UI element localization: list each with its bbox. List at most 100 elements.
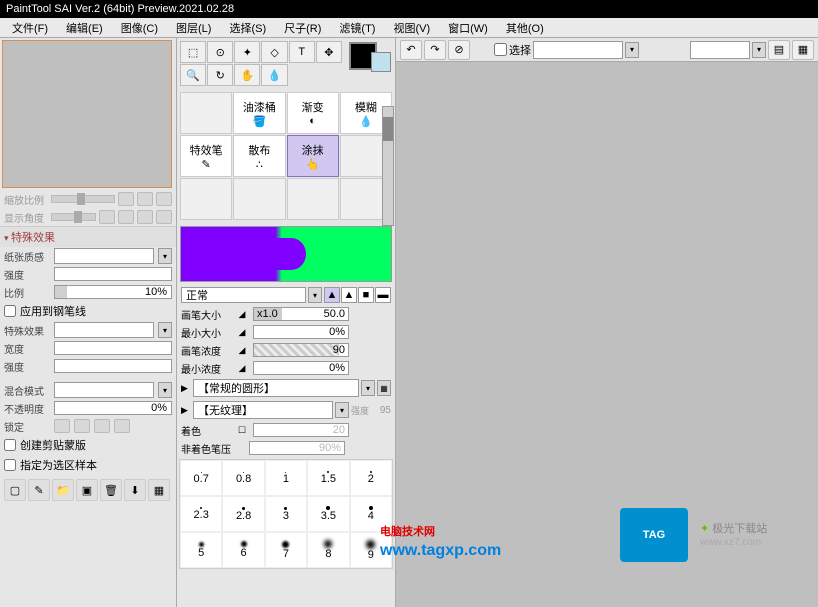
lock-pos[interactable]	[94, 419, 110, 433]
brush-bucket[interactable]: 油漆桶🪣	[233, 92, 285, 134]
select-dd[interactable]	[533, 41, 623, 59]
size-2[interactable]: 2	[350, 460, 392, 496]
strength2-slider[interactable]	[54, 359, 172, 373]
tip-circle[interactable]: ▲	[324, 287, 340, 303]
preset2-tri[interactable]: ▶	[181, 405, 191, 416]
select-dd-btn[interactable]: ▾	[625, 42, 639, 58]
menu-window[interactable]: 窗口(W)	[440, 18, 496, 38]
size-2.3[interactable]: 2.3	[180, 496, 222, 532]
preset1-dd-btn[interactable]: ▾	[361, 380, 375, 396]
angle-reset[interactable]	[118, 210, 134, 224]
min-size-val[interactable]: 0%	[253, 325, 349, 339]
size-0.7[interactable]: 0.7	[180, 460, 222, 496]
min-density-icon[interactable]: ◢	[235, 361, 249, 375]
tb-extra1[interactable]: ▤	[768, 40, 790, 60]
brush-blend-dd-btn[interactable]: ▾	[308, 287, 322, 303]
width-slider[interactable]	[54, 341, 172, 355]
opacity-slider[interactable]: 0%	[54, 401, 172, 415]
stabilizer-dd-btn[interactable]: ▾	[752, 42, 766, 58]
lock-pixel[interactable]	[74, 419, 90, 433]
hand-tool[interactable]: ✋	[234, 64, 260, 86]
min-size-icon[interactable]: ◢	[235, 325, 249, 339]
zoom-minus[interactable]	[118, 192, 134, 206]
tip-rect[interactable]: ▬	[375, 287, 391, 303]
effect-dd[interactable]	[54, 322, 154, 338]
menu-ruler[interactable]: 尺子(R)	[276, 18, 329, 38]
notint-val[interactable]: 90%	[249, 441, 345, 455]
preset2-dd-btn[interactable]: ▾	[335, 402, 349, 418]
brush-slot-11[interactable]	[287, 178, 339, 220]
zoom-reset[interactable]	[137, 192, 153, 206]
tint-val[interactable]: 20	[253, 423, 349, 437]
menu-layer[interactable]: 图层(L)	[168, 18, 219, 38]
size-1.5[interactable]: 1.5	[307, 460, 349, 496]
apply-pen-check[interactable]	[4, 305, 16, 317]
ratio-slider[interactable]: 10%	[54, 285, 172, 299]
angle-ccw[interactable]	[99, 210, 115, 224]
tip-tri[interactable]: ▲	[341, 287, 357, 303]
menu-select[interactable]: 选择(S)	[221, 18, 274, 38]
menu-image[interactable]: 图像(C)	[113, 18, 166, 38]
lock-none[interactable]	[54, 419, 70, 433]
bg-color-swatch[interactable]	[371, 52, 391, 72]
move-tool[interactable]: ✥	[316, 41, 342, 63]
undo-btn[interactable]: ↶	[400, 40, 422, 60]
brush-gradient[interactable]: 渐变◐	[287, 92, 339, 134]
menu-filter[interactable]: 滤镜(T)	[331, 18, 383, 38]
size-0.8[interactable]: 0.8	[222, 460, 264, 496]
new-layer-btn[interactable]: ▢	[4, 479, 26, 501]
brush-size-val[interactable]: x1.050.0	[253, 307, 349, 321]
preset1-tri[interactable]: ▶	[181, 383, 191, 394]
strength-slider[interactable]	[54, 267, 172, 281]
select-check[interactable]	[494, 43, 507, 56]
tool-scrollbar[interactable]	[382, 106, 394, 226]
menu-view[interactable]: 视图(V)	[385, 18, 438, 38]
paper-dd-btn[interactable]: ▾	[158, 248, 172, 264]
preset2-dd[interactable]: 【无纹理】	[193, 401, 333, 419]
angle-flip[interactable]	[156, 210, 172, 224]
blend-dd-btn[interactable]: ▾	[158, 382, 172, 398]
size-3.5[interactable]: 3.5	[307, 496, 349, 532]
text-tool[interactable]: T	[289, 41, 315, 63]
size-5[interactable]: 5	[180, 532, 222, 568]
min-density-val[interactable]: 0%	[253, 361, 349, 375]
lock-all[interactable]	[114, 419, 130, 433]
density-icon[interactable]: ◢	[235, 343, 249, 357]
blend-dd[interactable]	[54, 382, 154, 398]
flatten-btn[interactable]: ▦	[148, 479, 170, 501]
eyedropper-tool[interactable]: 💧	[261, 64, 287, 86]
tb-extra2[interactable]: ▦	[792, 40, 814, 60]
brush-slot-10[interactable]	[233, 178, 285, 220]
size-7[interactable]: 7	[265, 532, 307, 568]
brush-slot-9[interactable]	[180, 178, 232, 220]
preset1-opts[interactable]: ▦	[377, 380, 391, 396]
sample-lock-check[interactable]	[4, 459, 16, 471]
rotate-tool[interactable]: ↻	[207, 64, 233, 86]
brush-scatter[interactable]: 散布∴	[233, 135, 285, 177]
size-3[interactable]: 3	[265, 496, 307, 532]
angle-slider[interactable]	[51, 213, 96, 221]
brush-effect-pen[interactable]: 特效笔✎	[180, 135, 232, 177]
tint-check[interactable]: ☐	[235, 423, 249, 437]
effects-header[interactable]: 特殊效果	[0, 226, 176, 247]
menu-file[interactable]: 文件(F)	[4, 18, 56, 38]
brush-blend-dd[interactable]: 正常	[181, 287, 306, 303]
zoom-slider[interactable]	[51, 195, 115, 203]
angle-cw[interactable]	[137, 210, 153, 224]
tip-square[interactable]: ■	[358, 287, 374, 303]
wand-tool[interactable]: ✦	[234, 41, 260, 63]
redo-btn[interactable]: ↷	[424, 40, 446, 60]
menu-edit[interactable]: 编辑(E)	[58, 18, 111, 38]
zoom-plus[interactable]	[156, 192, 172, 206]
density-val[interactable]: 90	[253, 343, 349, 357]
size-1[interactable]: 1	[265, 460, 307, 496]
clip-mask-check[interactable]	[4, 439, 16, 451]
pressure-icon[interactable]: ◢	[235, 307, 249, 321]
zoom-tool[interactable]: 🔍	[180, 64, 206, 86]
new-folder-btn[interactable]: 📁	[52, 479, 74, 501]
new-linework-btn[interactable]: ✎	[28, 479, 50, 501]
size-6[interactable]: 6	[222, 532, 264, 568]
menu-other[interactable]: 其他(O)	[498, 18, 552, 38]
effect-dd-btn[interactable]: ▾	[158, 322, 172, 338]
stabilizer-dd[interactable]	[690, 41, 750, 59]
